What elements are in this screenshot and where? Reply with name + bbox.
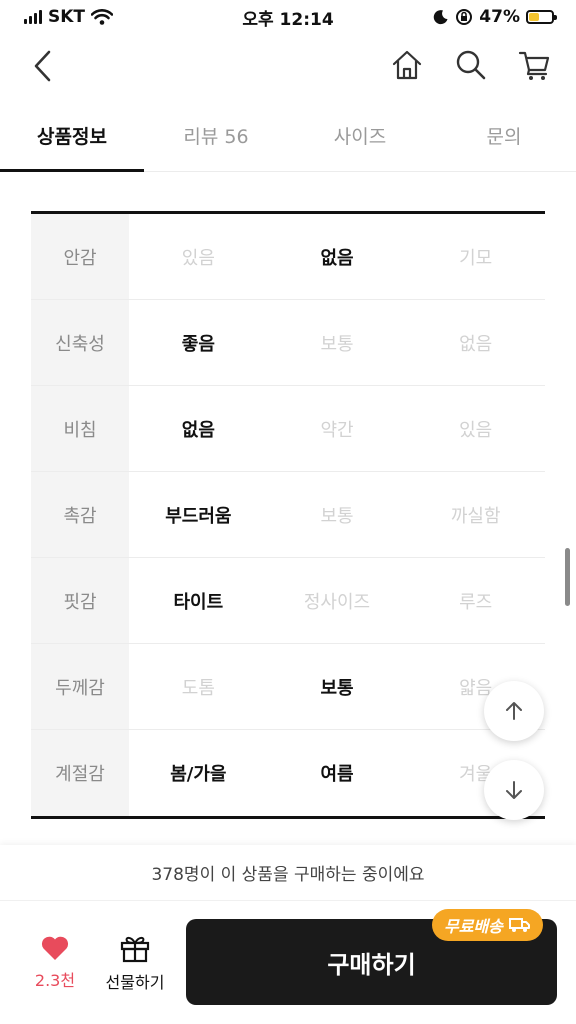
signal-icon: [24, 10, 42, 24]
status-right: 47%: [433, 7, 557, 27]
attribute-option: 있음: [459, 419, 493, 441]
attribute-row-fit: 핏감 타이트 정사이즈 루즈: [31, 558, 545, 644]
gift-icon: [120, 936, 150, 963]
attribute-label: 촉감: [31, 472, 129, 557]
wifi-icon: [91, 9, 114, 25]
attribute-option: 없음: [459, 333, 493, 355]
attribute-option: 보통: [320, 677, 354, 699]
scrollbar[interactable]: [565, 548, 570, 606]
product-tabs: 상품정보 리뷰 56 사이즈 문의: [0, 100, 576, 172]
attribute-option: 약간: [320, 419, 354, 441]
moon-icon: [434, 10, 448, 25]
battery-percent: 47%: [479, 7, 520, 27]
status-left: SKT: [24, 7, 114, 27]
attribute-option: 도톰: [181, 677, 215, 699]
tab-size[interactable]: 사이즈: [288, 100, 432, 171]
attribute-option: 없음: [320, 247, 354, 269]
attribute-option: 까실함: [450, 505, 501, 527]
scroll-up-button[interactable]: [484, 681, 544, 741]
battery-icon: [526, 10, 557, 24]
gift-button[interactable]: 선물하기: [100, 933, 170, 993]
attribute-row-texture: 촉감 부드러움 보통 까실함: [31, 472, 545, 558]
bottom-purchase-area: 378명이 이 상품을 구매하는 중이에요 2.3천 선물하기 구매하기 무료배…: [0, 845, 576, 1024]
attribute-label: 핏감: [31, 558, 129, 643]
attribute-option: 보통: [320, 333, 354, 355]
tab-reviews[interactable]: 리뷰 56: [144, 100, 288, 171]
free-shipping-label: 무료배송: [444, 917, 503, 936]
arrow-down-icon: [506, 781, 522, 799]
attribute-option: 있음: [181, 247, 215, 269]
truck-icon: [508, 918, 530, 932]
attribute-option: 정사이즈: [303, 591, 371, 613]
attribute-row-season: 계절감 봄/가을 여름 겨울: [31, 730, 545, 816]
home-icon[interactable]: [390, 48, 424, 82]
rotation-lock-icon: [456, 9, 473, 25]
attribute-option: 부드러움: [165, 505, 232, 527]
like-count: 2.3천: [34, 971, 76, 990]
free-shipping-badge: 무료배송: [432, 909, 543, 941]
attribute-option: 여름: [320, 764, 354, 785]
attribute-label: 안감: [31, 214, 129, 299]
attribute-row-stretch: 신축성 좋음 보통 없음: [31, 300, 545, 386]
status-bar: SKT 오후 12:14 47%: [0, 0, 576, 34]
heart-icon: [41, 936, 69, 960]
attribute-label: 계절감: [31, 730, 129, 816]
purchase-notice: 378명이 이 상품을 구매하는 중이에요: [0, 845, 576, 901]
attribute-option: 봄/가을: [170, 764, 227, 785]
nav-bar: [0, 34, 576, 98]
tab-product-info[interactable]: 상품정보: [0, 100, 144, 172]
attribute-label: 신축성: [31, 300, 129, 385]
attribute-option: 기모: [459, 247, 493, 269]
attribute-row-thickness: 두께감 도톰 보통 얇음: [31, 644, 545, 730]
nav-actions: [390, 48, 552, 82]
action-bar: 2.3천 선물하기 구매하기 무료배송: [0, 901, 576, 1024]
arrow-up-icon: [506, 702, 522, 720]
attribute-option: 없음: [181, 419, 215, 441]
attribute-row-sheerness: 비침 없음 약간 있음: [31, 386, 545, 472]
gift-label: 선물하기: [105, 973, 165, 992]
carrier-name: SKT: [48, 7, 86, 27]
attribute-option: 보통: [320, 505, 354, 527]
attribute-option: 타이트: [173, 591, 224, 613]
like-button[interactable]: 2.3천: [26, 935, 84, 991]
chevron-left-icon[interactable]: [28, 48, 60, 84]
cart-icon[interactable]: [518, 48, 552, 82]
product-attribute-table: 안감 있음 없음 기모 신축성 좋음 보통 없음 비침 없음 약간 있음 촉감 …: [31, 211, 545, 819]
attribute-label: 비침: [31, 386, 129, 471]
scroll-down-button[interactable]: [484, 760, 544, 820]
search-icon[interactable]: [454, 48, 488, 82]
tab-inquiry[interactable]: 문의: [432, 100, 576, 171]
attribute-row-lining: 안감 있음 없음 기모: [31, 214, 545, 300]
attribute-label: 두께감: [31, 644, 129, 729]
attribute-option: 루즈: [459, 591, 493, 613]
attribute-option: 좋음: [181, 333, 215, 355]
